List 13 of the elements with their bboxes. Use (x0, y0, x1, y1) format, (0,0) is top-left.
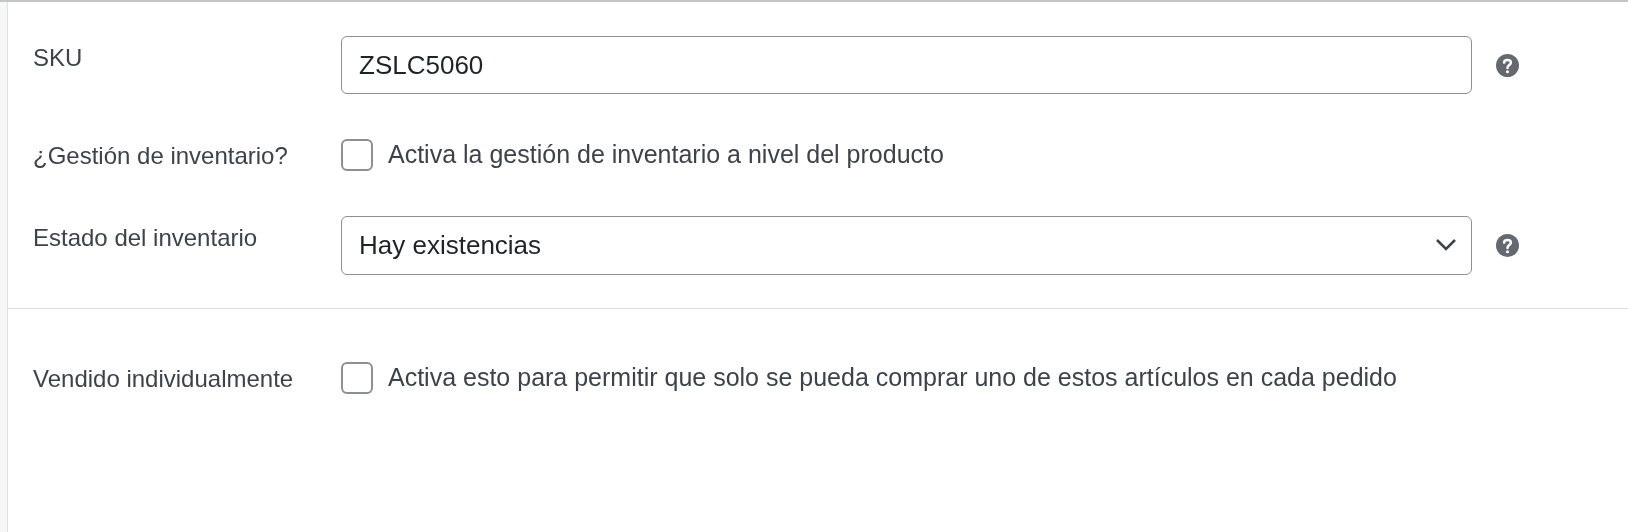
checkbox-label: Activa la gestión de inventario a nivel del producto (388, 139, 944, 171)
help-icon[interactable] (1496, 233, 1519, 257)
sku-field[interactable]: ZSLC5060 (341, 36, 1472, 94)
field-label: Vendido individualmente (33, 364, 295, 394)
chevron-down-icon (1435, 238, 1457, 252)
field-label: SKU (33, 43, 84, 73)
checkbox[interactable] (341, 139, 373, 171)
checkbox-label: Activa esto para permitir que solo se pueda comprar uno de estos artículos en cada pedido (388, 362, 1397, 394)
field-label: ¿Gestión de inventario? (33, 141, 289, 171)
help-icon[interactable] (1496, 53, 1519, 77)
field-label: Estado del inventario (33, 223, 259, 253)
checkbox[interactable] (341, 362, 373, 394)
stock-status-select[interactable]: Hay existencias (341, 215, 1472, 275)
